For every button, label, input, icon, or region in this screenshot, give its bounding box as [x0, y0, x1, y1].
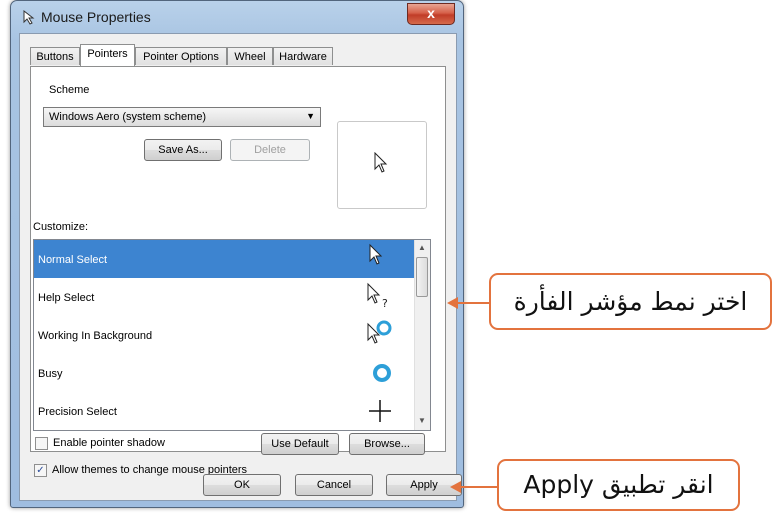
- use-default-button[interactable]: Use Default: [261, 433, 339, 455]
- pointer-preview: [337, 121, 427, 209]
- arrow-left-icon: [450, 481, 461, 493]
- list-item-label: Busy: [38, 368, 63, 380]
- pointer-shadow-checkbox[interactable]: [35, 437, 48, 450]
- checkmark-icon: ✓: [36, 465, 45, 476]
- help-cursor-icon: ?: [367, 282, 388, 310]
- crosshair-cursor-icon: [369, 400, 391, 422]
- scheme-label: Scheme: [49, 84, 90, 96]
- list-item-precision-select[interactable]: Precision Select: [34, 392, 414, 430]
- save-as-button[interactable]: Save As...: [144, 139, 222, 161]
- busy-cursor-icon: [373, 364, 391, 382]
- list-item-label: Help Select: [38, 292, 95, 304]
- tab-wheel[interactable]: Wheel: [227, 47, 273, 65]
- working-cursor-icon: [367, 320, 392, 344]
- callout-connector: [457, 486, 499, 488]
- scroll-down-icon[interactable]: ▼: [418, 416, 426, 425]
- mouse-properties-window: Mouse Properties x Buttons Pointers Poin…: [10, 0, 464, 508]
- tab-hardware[interactable]: Hardware: [273, 47, 333, 65]
- pointer-shadow-label: Enable pointer shadow: [53, 437, 165, 449]
- cancel-button[interactable]: Cancel: [295, 474, 373, 496]
- list-item-working-in-background[interactable]: Working In Background: [34, 316, 414, 354]
- tab-buttons[interactable]: Buttons: [30, 47, 80, 65]
- ok-button[interactable]: OK: [203, 474, 281, 496]
- arrow-cursor-preview-icon: [374, 152, 388, 173]
- window-title: Mouse Properties: [41, 9, 151, 25]
- close-button[interactable]: x: [407, 3, 455, 25]
- apply-callout: انقر تطبيق Apply: [497, 459, 740, 511]
- close-icon: x: [427, 5, 435, 21]
- scheme-dropdown[interactable]: Windows Aero (system scheme) ▼: [43, 107, 321, 127]
- arrow-cursor-icon: [369, 243, 383, 265]
- scrollbar-thumb[interactable]: [416, 257, 428, 297]
- scroll-up-icon[interactable]: ▲: [418, 243, 426, 252]
- dialog-body: Buttons Pointers Pointer Options Wheel H…: [19, 33, 462, 501]
- cursor-list[interactable]: Normal Select Help Select ? Working In B…: [33, 239, 431, 431]
- list-item-label: Precision Select: [38, 406, 117, 418]
- arrow-left-icon: [447, 297, 458, 309]
- allow-themes-checkbox[interactable]: ✓: [34, 464, 47, 477]
- list-item-label: Normal Select: [38, 254, 108, 266]
- mouse-pointer-icon: [23, 9, 35, 25]
- delete-button[interactable]: Delete: [230, 139, 310, 161]
- pointer-style-callout: اختر نمط مؤشر الفأرة: [489, 273, 772, 330]
- list-item-help-select[interactable]: Help Select ?: [34, 278, 414, 316]
- browse-button[interactable]: Browse...: [349, 433, 425, 455]
- callout-connector: [454, 302, 492, 304]
- chevron-down-icon: ▼: [306, 111, 315, 121]
- list-item-busy[interactable]: Busy: [34, 354, 414, 392]
- tab-pointers[interactable]: Pointers: [80, 44, 135, 66]
- pointers-panel: Scheme Windows Aero (system scheme) ▼ Sa…: [30, 66, 446, 455]
- list-scrollbar[interactable]: ▲ ▼: [414, 240, 430, 430]
- title-bar[interactable]: Mouse Properties x: [11, 1, 463, 33]
- svg-text:?: ?: [382, 297, 388, 310]
- scheme-value: Windows Aero (system scheme): [49, 111, 207, 123]
- list-item-normal-select[interactable]: Normal Select: [34, 240, 414, 278]
- customize-label: Customize:: [33, 221, 89, 233]
- tab-pointer-options[interactable]: Pointer Options: [135, 47, 227, 65]
- list-item-label: Working In Background: [38, 330, 153, 342]
